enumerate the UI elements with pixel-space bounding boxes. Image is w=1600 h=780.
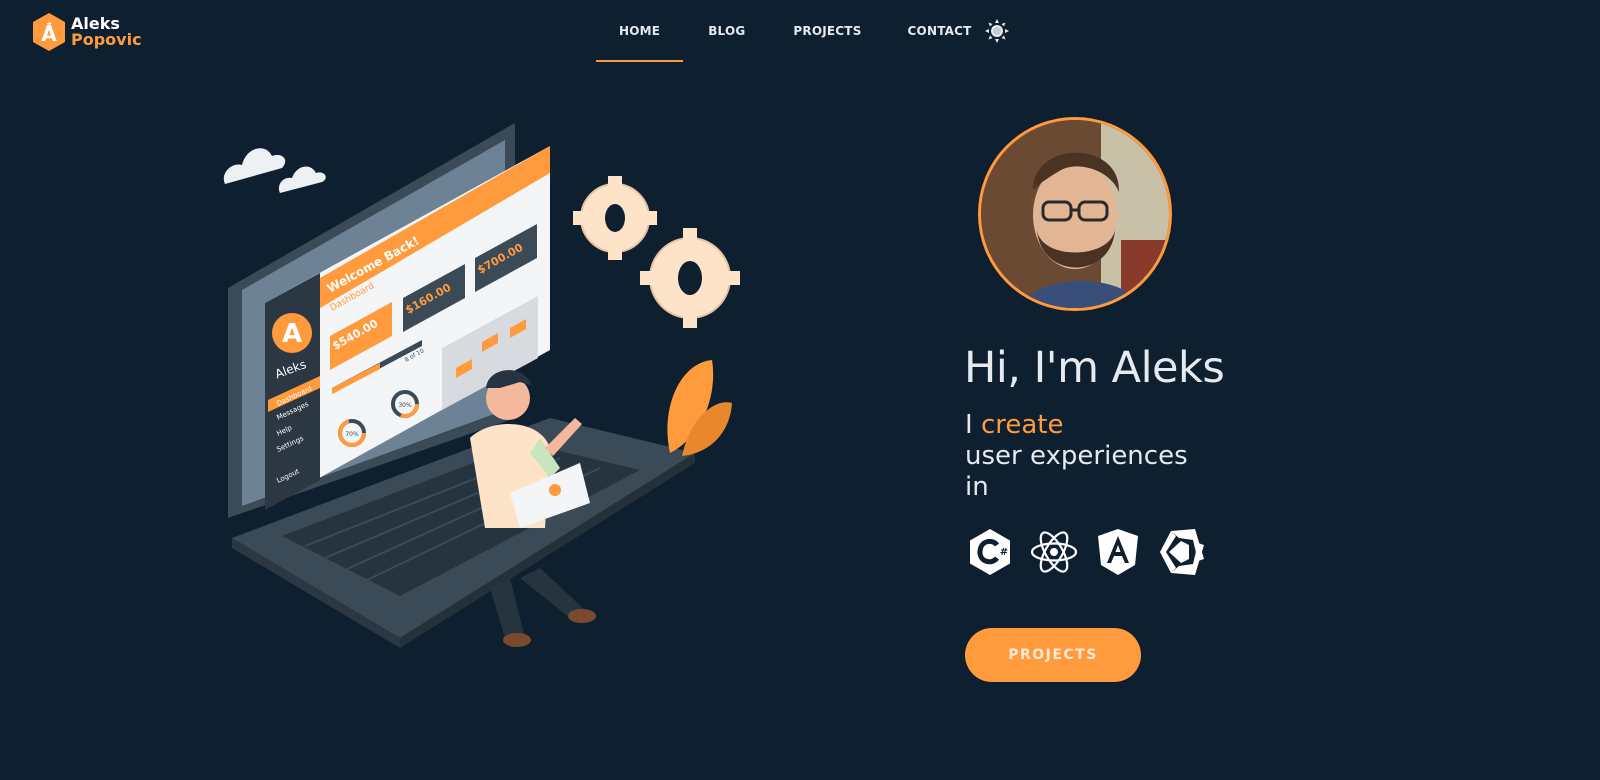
logo-last-name: Popovic xyxy=(71,30,142,49)
hero-tagline: I create user experiences in xyxy=(965,410,1188,503)
screen-brand-letter: A xyxy=(282,319,302,349)
logo[interactable]: A # Aleks Popovic xyxy=(31,12,142,52)
svg-text:#: # xyxy=(1000,547,1008,558)
unity-icon xyxy=(1160,529,1204,575)
nav-blog[interactable]: BLOG xyxy=(708,0,745,62)
gear-icon xyxy=(580,183,731,319)
projects-button[interactable]: PROJECTS xyxy=(965,628,1141,682)
tagline-accent: create xyxy=(980,410,1064,440)
nav-contact[interactable]: CONTACT xyxy=(908,0,972,62)
csharp-icon: # xyxy=(970,529,1010,575)
screen-donut-1: 70% xyxy=(345,431,359,438)
logo-hexagon-icon: A # xyxy=(33,13,65,51)
react-icon xyxy=(1030,531,1078,573)
plant-leaves xyxy=(667,360,732,456)
nav-projects[interactable]: PROJECTS xyxy=(793,0,861,62)
tech-icons: # xyxy=(965,527,1207,577)
cloud-icon xyxy=(223,148,326,193)
avatar-photo xyxy=(981,120,1169,308)
main-nav: HOME BLOG PROJECTS CONTACT xyxy=(595,0,972,62)
nav-home[interactable]: HOME xyxy=(595,0,684,62)
logo-mark-glyph: # xyxy=(46,21,52,29)
tagline-prefix: I xyxy=(965,410,981,440)
hero-greeting: Hi, I'm Aleks xyxy=(964,343,1225,393)
angular-icon xyxy=(1098,529,1138,575)
sun-icon[interactable] xyxy=(985,19,1009,43)
laptop-illustration: Welcome Back! Dashboard A Aleks Dashboar… xyxy=(223,123,740,648)
screen-donut-2: 30% xyxy=(398,402,412,409)
avatar xyxy=(978,117,1172,311)
tagline-line2: user experiences xyxy=(965,441,1188,471)
tagline-line3: in xyxy=(965,472,989,502)
